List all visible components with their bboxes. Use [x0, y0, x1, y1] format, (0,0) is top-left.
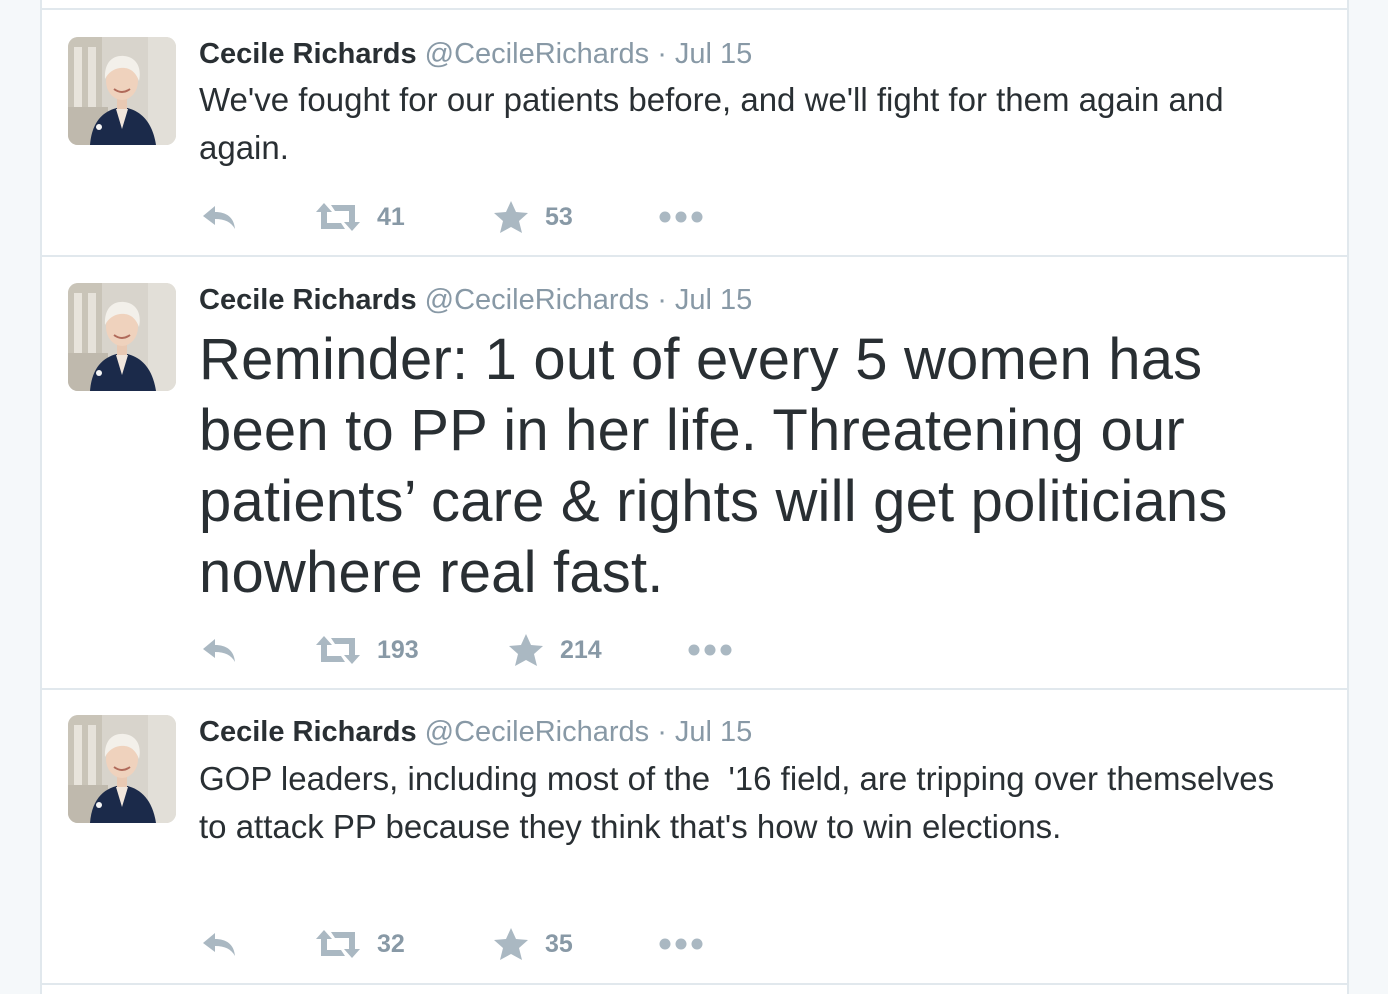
avatar[interactable] [68, 283, 176, 391]
separator: · [657, 716, 667, 748]
retweet-icon [315, 930, 361, 958]
retweet-button[interactable]: 41 [315, 197, 405, 237]
reply-button[interactable] [201, 924, 237, 964]
author-handle[interactable]: @CecileRichards [425, 716, 649, 748]
reply-button[interactable] [201, 630, 237, 670]
tweet-text: We've fought for our patients before, an… [199, 81, 1224, 166]
tweet-header: Cecile Richards @CecileRichards · Jul 15 [199, 37, 752, 71]
tweet-divider [42, 255, 1347, 257]
separator: · [657, 38, 667, 70]
more-dots-icon [688, 644, 732, 656]
author-handle[interactable]: @CecileRichards [425, 284, 649, 316]
reply-icon [201, 204, 237, 230]
tweet-divider [42, 983, 1347, 985]
tweet-date[interactable]: Jul 15 [675, 38, 752, 70]
author-name[interactable]: Cecile Richards [199, 284, 417, 316]
retweet-count: 41 [377, 202, 405, 231]
more-button[interactable] [688, 630, 732, 670]
reply-button[interactable] [201, 197, 237, 237]
retweet-icon [315, 203, 361, 231]
retweet-button[interactable]: 32 [315, 924, 405, 964]
more-dots-icon [659, 211, 703, 223]
separator: · [657, 284, 667, 316]
more-dots-icon [659, 938, 703, 950]
tweet-divider [42, 688, 1347, 690]
author-handle[interactable]: @CecileRichards [425, 38, 649, 70]
favorite-count: 53 [545, 202, 573, 231]
avatar[interactable] [68, 37, 176, 145]
reply-icon [201, 637, 237, 663]
retweet-button[interactable]: 193 [315, 630, 419, 670]
avatar[interactable] [68, 715, 176, 823]
favorite-count: 214 [560, 635, 602, 664]
star-icon [493, 200, 529, 234]
timeline: Cecile Richards @CecileRichards · Jul 15… [40, 0, 1349, 994]
favorite-button[interactable]: 53 [493, 197, 573, 237]
retweet-icon [315, 636, 361, 664]
tweet-text: Reminder: 1 out of every 5 women has bee… [199, 327, 1228, 605]
star-icon [508, 633, 544, 667]
reply-icon [201, 931, 237, 957]
favorite-button[interactable]: 35 [493, 924, 573, 964]
tweet-date[interactable]: Jul 15 [675, 284, 752, 316]
tweet-text: GOP leaders, including most of the '16 f… [199, 760, 1284, 845]
favorite-button[interactable]: 214 [508, 630, 602, 670]
favorite-count: 35 [545, 929, 573, 958]
author-name[interactable]: Cecile Richards [199, 716, 417, 748]
more-button[interactable] [659, 197, 703, 237]
retweet-count: 193 [377, 635, 419, 664]
tweet-header: Cecile Richards @CecileRichards · Jul 15 [199, 283, 752, 317]
retweet-count: 32 [377, 929, 405, 958]
more-button[interactable] [659, 924, 703, 964]
star-icon [493, 927, 529, 961]
tweet-divider [42, 8, 1347, 10]
author-name[interactable]: Cecile Richards [199, 38, 417, 70]
tweet-date[interactable]: Jul 15 [675, 716, 752, 748]
tweet-header: Cecile Richards @CecileRichards · Jul 15 [199, 715, 752, 749]
